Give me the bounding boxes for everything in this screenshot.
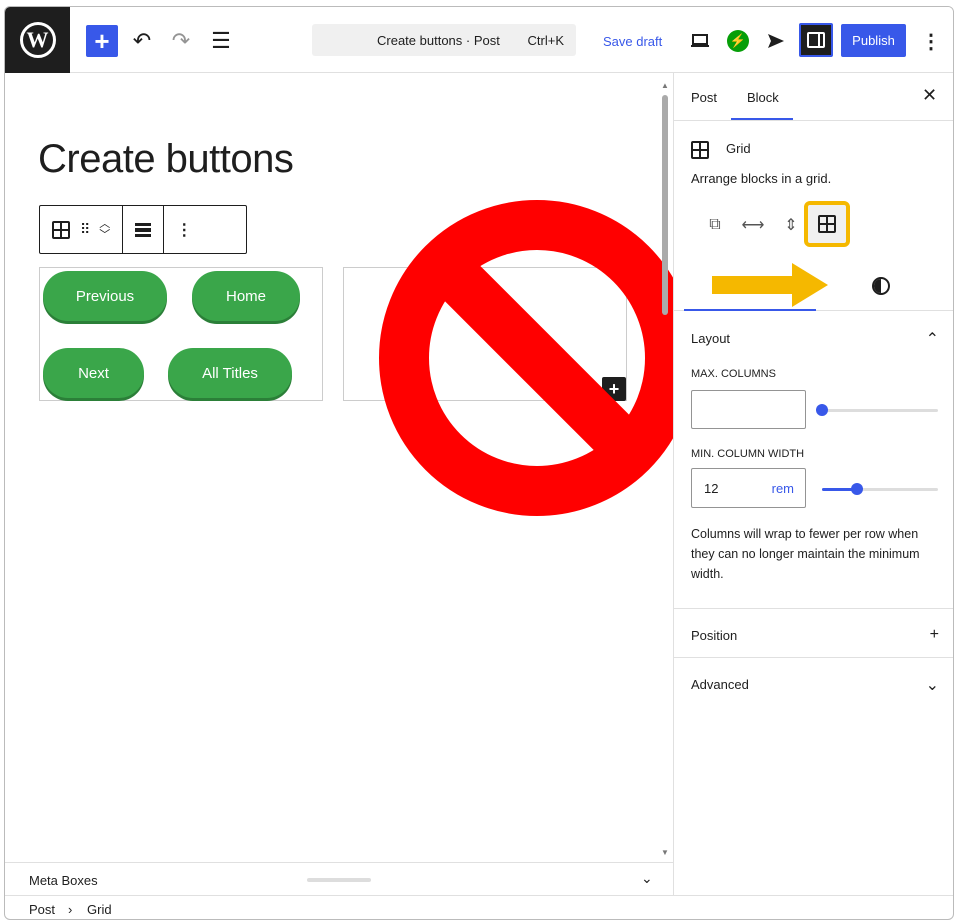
min-column-width-slider[interactable] bbox=[822, 483, 938, 495]
tab-post[interactable]: Post bbox=[691, 90, 717, 105]
canvas-scrollbar[interactable]: ▲ ▼ bbox=[661, 81, 669, 857]
divider bbox=[674, 608, 953, 609]
close-icon[interactable]: ✕ bbox=[922, 85, 937, 106]
list-view-icon[interactable]: ☰ bbox=[205, 25, 237, 57]
advanced-panel-header[interactable]: Advanced ⌄ bbox=[691, 675, 939, 695]
align-button[interactable] bbox=[123, 206, 165, 253]
chevron-down-icon[interactable]: ⌄ bbox=[926, 675, 939, 695]
prohibited-icon bbox=[379, 200, 695, 516]
min-column-width-input[interactable]: 12 rem bbox=[691, 468, 806, 508]
top-toolbar: W + ↶ ↷ ☰ Create buttons · Post Ctrl+K S… bbox=[5, 7, 953, 73]
block-type-switcher[interactable]: ⠿ ︿ ﹀ bbox=[40, 206, 124, 253]
max-columns-label: Max. Columns bbox=[691, 368, 776, 380]
slider-knob[interactable] bbox=[850, 483, 863, 495]
min-column-width-value[interactable]: 12 bbox=[704, 481, 718, 496]
chevron-down-icon[interactable]: ⌄ bbox=[641, 870, 653, 887]
preview-icon[interactable] bbox=[684, 25, 716, 57]
block-inserter-button[interactable]: + bbox=[86, 25, 118, 57]
scroll-down-icon[interactable]: ▼ bbox=[661, 848, 669, 857]
block-description: Arrange blocks in a grid. bbox=[691, 171, 832, 186]
options-icon[interactable]: ⋮ bbox=[915, 25, 947, 57]
resize-handle[interactable] bbox=[307, 878, 371, 882]
block-name: Grid bbox=[726, 141, 751, 156]
breadcrumb: Post › Grid bbox=[5, 895, 953, 919]
block-toolbar: ⠿ ︿ ﹀ ⋮ bbox=[39, 205, 247, 254]
layout-panel-header[interactable]: Layout ⌃ bbox=[691, 329, 939, 349]
grid-icon bbox=[52, 220, 70, 239]
arrow-icon bbox=[712, 263, 828, 307]
align-icon bbox=[135, 222, 152, 237]
button-next[interactable]: Next bbox=[43, 348, 144, 398]
save-draft-button[interactable]: Save draft bbox=[603, 34, 662, 49]
grid-icon bbox=[818, 215, 836, 233]
scrollbar-thumb[interactable] bbox=[662, 95, 668, 315]
send-icon[interactable] bbox=[760, 25, 792, 57]
button-home[interactable]: Home bbox=[192, 271, 300, 321]
jetpack-icon[interactable]: ⚡ bbox=[722, 25, 754, 57]
block-card: Grid Arrange blocks in a grid. bbox=[691, 141, 831, 186]
settings-tab-indicator bbox=[684, 309, 816, 311]
editor-window: W + ↶ ↷ ☰ Create buttons · Post Ctrl+K S… bbox=[4, 6, 954, 920]
max-columns-input[interactable] bbox=[691, 390, 806, 429]
command-title: Create buttons · Post bbox=[377, 33, 500, 48]
settings-icon[interactable] bbox=[799, 23, 833, 57]
wordpress-icon: W bbox=[19, 22, 56, 58]
layout-title: Layout bbox=[691, 331, 731, 346]
redo-icon[interactable]: ↷ bbox=[165, 25, 197, 57]
slider-knob[interactable] bbox=[816, 404, 828, 416]
layout-help-text: Columns will wrap to fewer per row when … bbox=[691, 527, 920, 581]
grid-variation-icon[interactable] bbox=[804, 201, 850, 247]
plus-icon[interactable]: + bbox=[930, 626, 939, 644]
advanced-title: Advanced bbox=[691, 677, 749, 692]
position-panel-header[interactable]: Position + bbox=[691, 626, 939, 644]
block-variations: ⧉ ⟷ ⇕ bbox=[696, 206, 810, 244]
sidebar-tabs: Post Block ✕ bbox=[674, 73, 953, 121]
row-variation-icon[interactable]: ⟷ bbox=[734, 206, 772, 244]
chevron-up-icon[interactable]: ⌃ bbox=[926, 329, 939, 349]
block-options-button[interactable]: ⋮ bbox=[164, 206, 204, 253]
scroll-up-icon[interactable]: ▲ bbox=[661, 81, 669, 90]
unit-select[interactable]: rem bbox=[772, 481, 794, 496]
divider bbox=[674, 657, 953, 658]
group-variation-icon[interactable]: ⧉ bbox=[696, 206, 734, 244]
breadcrumb-separator: › bbox=[68, 902, 73, 917]
tab-block[interactable]: Block bbox=[747, 90, 779, 105]
max-columns-slider[interactable] bbox=[816, 404, 938, 416]
undo-icon[interactable]: ↶ bbox=[126, 25, 158, 57]
grid-cell[interactable]: Previous Home Next All Titles bbox=[39, 267, 323, 401]
grid-icon bbox=[691, 141, 709, 159]
post-title[interactable]: Create buttons bbox=[38, 137, 294, 182]
active-tab-indicator bbox=[731, 118, 793, 120]
editor-canvas[interactable]: Create buttons ⠿ ︿ ﹀ ⋮ Previous Home Next… bbox=[5, 73, 695, 862]
min-column-width-label: Min. Column Width bbox=[691, 448, 805, 460]
meta-boxes-panel[interactable]: Meta Boxes ⌄ bbox=[5, 862, 673, 895]
breadcrumb-post[interactable]: Post bbox=[29, 902, 55, 917]
wordpress-logo[interactable]: W bbox=[5, 7, 70, 73]
settings-sidebar: Post Block ✕ Grid Arrange blocks in a gr… bbox=[673, 73, 953, 895]
meta-boxes-label: Meta Boxes bbox=[29, 873, 98, 888]
button-all-titles[interactable]: All Titles bbox=[168, 348, 292, 398]
publish-button[interactable]: Publish bbox=[841, 24, 906, 57]
command-shortcut: Ctrl+K bbox=[527, 33, 564, 48]
styles-tab-icon[interactable] bbox=[872, 277, 890, 295]
position-title: Position bbox=[691, 628, 738, 643]
drag-handle-icon[interactable]: ⠿ bbox=[80, 221, 90, 238]
command-palette-button[interactable]: Create buttons · Post Ctrl+K bbox=[312, 24, 576, 56]
breadcrumb-grid[interactable]: Grid bbox=[87, 902, 112, 917]
move-block-icon[interactable]: ︿ ﹀ bbox=[99, 218, 110, 241]
button-previous[interactable]: Previous bbox=[43, 271, 167, 321]
